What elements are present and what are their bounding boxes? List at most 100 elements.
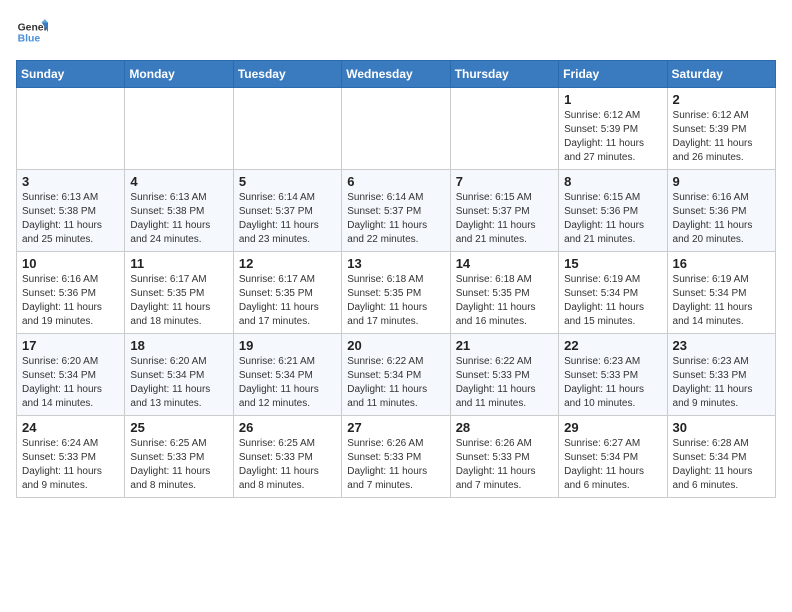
calendar-cell: 6 Sunrise: 6:14 AMSunset: 5:37 PMDaylight…	[342, 170, 450, 252]
day-number: 14	[456, 256, 553, 271]
calendar-cell: 16Sunrise: 6:19 AMSunset: 5:34 PMDayligh…	[667, 252, 775, 334]
day-number: 6	[347, 174, 444, 189]
logo-icon: General Blue	[16, 16, 48, 48]
calendar-week-row: 3 Sunrise: 6:13 AMSunset: 5:38 PMDaylight…	[17, 170, 776, 252]
day-number: 5	[239, 174, 336, 189]
day-number: 26	[239, 420, 336, 435]
calendar-cell: 15 Sunrise: 6:19 AMSunset: 5:34 PMDayligh…	[559, 252, 667, 334]
column-header-monday: Monday	[125, 61, 233, 88]
day-number: 29	[564, 420, 661, 435]
calendar-cell: 10 Sunrise: 6:16 AMSunset: 5:36 PMDayligh…	[17, 252, 125, 334]
calendar-cell	[450, 88, 558, 170]
calendar-cell	[233, 88, 341, 170]
day-info: Sunrise: 6:23 AMSunset: 5:33 PMDaylight:…	[564, 355, 661, 411]
day-info: Sunrise: 6:20 AMSunset: 5:34 PMDaylight:…	[22, 355, 119, 411]
day-number: 8	[564, 174, 661, 189]
day-info: Sunrise: 6:22 AMSunset: 5:34 PMDaylight:…	[347, 355, 444, 411]
day-info: Sunrise: 6:17 AMSunset: 5:35 PMDaylight:…	[130, 273, 227, 329]
day-info: Sunrise: 6:26 AMSunset: 5:33 PMDaylight:…	[347, 437, 444, 493]
day-number: 27	[347, 420, 444, 435]
day-info: Sunrise: 6:14 AMSunset: 5:37 PMDaylight:…	[239, 191, 336, 247]
calendar-header-row: SundayMondayTuesdayWednesdayThursdayFrid…	[17, 61, 776, 88]
day-number: 30	[673, 420, 770, 435]
calendar-cell: 22 Sunrise: 6:23 AMSunset: 5:33 PMDayligh…	[559, 334, 667, 416]
day-info: Sunrise: 6:17 AMSunset: 5:35 PMDaylight:…	[239, 273, 336, 329]
calendar-week-row: 24Sunrise: 6:24 AMSunset: 5:33 PMDayligh…	[17, 416, 776, 498]
day-number: 11	[130, 256, 227, 271]
day-number: 23	[673, 338, 770, 353]
day-info: Sunrise: 6:22 AMSunset: 5:33 PMDaylight:…	[456, 355, 553, 411]
day-number: 10	[22, 256, 119, 271]
day-info: Sunrise: 6:15 AMSunset: 5:37 PMDaylight:…	[456, 191, 553, 247]
calendar-cell: 27 Sunrise: 6:26 AMSunset: 5:33 PMDayligh…	[342, 416, 450, 498]
day-number: 9	[673, 174, 770, 189]
calendar-cell: 1 Sunrise: 6:12 AMSunset: 5:39 PMDaylight…	[559, 88, 667, 170]
calendar-week-row: 17 Sunrise: 6:20 AMSunset: 5:34 PMDayligh…	[17, 334, 776, 416]
logo: General Blue	[16, 16, 48, 48]
day-info: Sunrise: 6:25 AMSunset: 5:33 PMDaylight:…	[239, 437, 336, 493]
page-header: General Blue	[16, 16, 776, 48]
calendar-cell: 19 Sunrise: 6:21 AMSunset: 5:34 PMDayligh…	[233, 334, 341, 416]
day-info: Sunrise: 6:23 AMSunset: 5:33 PMDaylight:…	[673, 355, 770, 411]
calendar-cell: 28 Sunrise: 6:26 AMSunset: 5:33 PMDayligh…	[450, 416, 558, 498]
day-number: 1	[564, 92, 661, 107]
day-info: Sunrise: 6:16 AMSunset: 5:36 PMDaylight:…	[22, 273, 119, 329]
day-info: Sunrise: 6:13 AMSunset: 5:38 PMDaylight:…	[22, 191, 119, 247]
day-number: 22	[564, 338, 661, 353]
calendar-cell: 17 Sunrise: 6:20 AMSunset: 5:34 PMDayligh…	[17, 334, 125, 416]
calendar-week-row: 10 Sunrise: 6:16 AMSunset: 5:36 PMDayligh…	[17, 252, 776, 334]
day-number: 7	[456, 174, 553, 189]
column-header-friday: Friday	[559, 61, 667, 88]
day-info: Sunrise: 6:27 AMSunset: 5:34 PMDaylight:…	[564, 437, 661, 493]
calendar-cell	[17, 88, 125, 170]
calendar-cell: 2 Sunrise: 6:12 AMSunset: 5:39 PMDaylight…	[667, 88, 775, 170]
day-number: 17	[22, 338, 119, 353]
day-number: 12	[239, 256, 336, 271]
calendar-cell: 26 Sunrise: 6:25 AMSunset: 5:33 PMDayligh…	[233, 416, 341, 498]
column-header-thursday: Thursday	[450, 61, 558, 88]
day-number: 13	[347, 256, 444, 271]
column-header-tuesday: Tuesday	[233, 61, 341, 88]
day-number: 16	[673, 256, 770, 271]
day-number: 4	[130, 174, 227, 189]
day-info: Sunrise: 6:12 AMSunset: 5:39 PMDaylight:…	[673, 109, 770, 165]
calendar-cell: 20 Sunrise: 6:22 AMSunset: 5:34 PMDayligh…	[342, 334, 450, 416]
day-info: Sunrise: 6:14 AMSunset: 5:37 PMDaylight:…	[347, 191, 444, 247]
day-info: Sunrise: 6:18 AMSunset: 5:35 PMDaylight:…	[456, 273, 553, 329]
calendar-week-row: 1 Sunrise: 6:12 AMSunset: 5:39 PMDaylight…	[17, 88, 776, 170]
day-number: 18	[130, 338, 227, 353]
calendar-cell: 30 Sunrise: 6:28 AMSunset: 5:34 PMDayligh…	[667, 416, 775, 498]
day-number: 3	[22, 174, 119, 189]
day-info: Sunrise: 6:18 AMSunset: 5:35 PMDaylight:…	[347, 273, 444, 329]
calendar-cell: 14 Sunrise: 6:18 AMSunset: 5:35 PMDayligh…	[450, 252, 558, 334]
day-number: 28	[456, 420, 553, 435]
day-number: 19	[239, 338, 336, 353]
calendar-cell: 4 Sunrise: 6:13 AMSunset: 5:38 PMDaylight…	[125, 170, 233, 252]
calendar-cell: 18Sunrise: 6:20 AMSunset: 5:34 PMDayligh…	[125, 334, 233, 416]
day-number: 15	[564, 256, 661, 271]
calendar-cell: 21Sunrise: 6:22 AMSunset: 5:33 PMDayligh…	[450, 334, 558, 416]
day-number: 2	[673, 92, 770, 107]
calendar-cell: 8 Sunrise: 6:15 AMSunset: 5:36 PMDaylight…	[559, 170, 667, 252]
day-info: Sunrise: 6:21 AMSunset: 5:34 PMDaylight:…	[239, 355, 336, 411]
day-info: Sunrise: 6:16 AMSunset: 5:36 PMDaylight:…	[673, 191, 770, 247]
calendar-cell: 29 Sunrise: 6:27 AMSunset: 5:34 PMDayligh…	[559, 416, 667, 498]
calendar-cell: 13 Sunrise: 6:18 AMSunset: 5:35 PMDayligh…	[342, 252, 450, 334]
day-info: Sunrise: 6:24 AMSunset: 5:33 PMDaylight:…	[22, 437, 119, 493]
calendar-cell: 11 Sunrise: 6:17 AMSunset: 5:35 PMDayligh…	[125, 252, 233, 334]
day-info: Sunrise: 6:28 AMSunset: 5:34 PMDaylight:…	[673, 437, 770, 493]
day-info: Sunrise: 6:13 AMSunset: 5:38 PMDaylight:…	[130, 191, 227, 247]
calendar-table: SundayMondayTuesdayWednesdayThursdayFrid…	[16, 60, 776, 498]
day-info: Sunrise: 6:26 AMSunset: 5:33 PMDaylight:…	[456, 437, 553, 493]
calendar-cell: 9 Sunrise: 6:16 AMSunset: 5:36 PMDaylight…	[667, 170, 775, 252]
calendar-cell: 23 Sunrise: 6:23 AMSunset: 5:33 PMDayligh…	[667, 334, 775, 416]
day-info: Sunrise: 6:12 AMSunset: 5:39 PMDaylight:…	[564, 109, 661, 165]
calendar-cell: 3 Sunrise: 6:13 AMSunset: 5:38 PMDaylight…	[17, 170, 125, 252]
day-number: 20	[347, 338, 444, 353]
day-info: Sunrise: 6:15 AMSunset: 5:36 PMDaylight:…	[564, 191, 661, 247]
column-header-saturday: Saturday	[667, 61, 775, 88]
svg-text:Blue: Blue	[18, 34, 41, 45]
day-number: 25	[130, 420, 227, 435]
day-info: Sunrise: 6:19 AMSunset: 5:34 PMDaylight:…	[564, 273, 661, 329]
column-header-wednesday: Wednesday	[342, 61, 450, 88]
